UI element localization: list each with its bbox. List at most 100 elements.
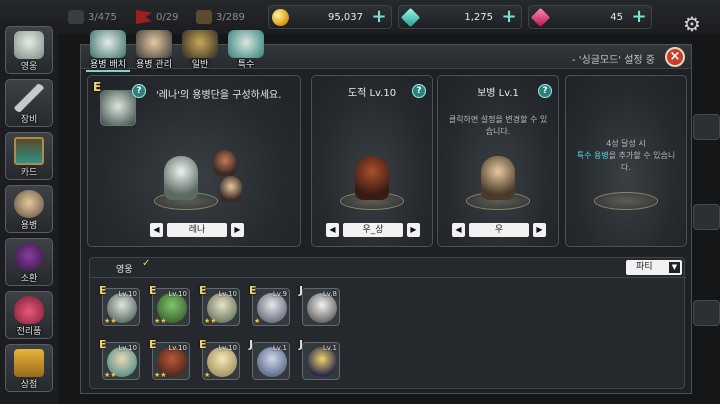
infantry-slot-desc: 클릭하면 설정을 변경할 수 있습니다. bbox=[448, 115, 548, 136]
stat-heroes: 3/475 bbox=[68, 8, 117, 26]
hero-card-grade: E bbox=[199, 338, 207, 351]
nav-mercenary-button[interactable]: 용병 bbox=[5, 185, 53, 233]
checkmark-icon: ✓ bbox=[142, 258, 151, 269]
party-dropdown-label: 파티 bbox=[636, 262, 653, 272]
thief-next-arrow-icon[interactable]: ▶ bbox=[407, 223, 420, 237]
locked-desc-pre: 4성 달성 시 bbox=[606, 139, 646, 148]
infantry-help-icon[interactable]: ? bbox=[538, 84, 552, 98]
stat-flags: 0/29 bbox=[136, 8, 178, 26]
hero-next-arrow-icon[interactable]: ▶ bbox=[231, 223, 244, 237]
hero-card-level: Lv.10 bbox=[168, 290, 187, 298]
mercenary-portrait-icon bbox=[14, 190, 44, 218]
tab-special-label: 특수 bbox=[237, 60, 255, 70]
nav-loot-label: 전리품 bbox=[16, 327, 42, 337]
hero-card-level: Lv.9 bbox=[272, 290, 287, 298]
infantry-slot[interactable]: 보병 Lv.1 ? 클릭하면 설정을 변경할 수 있습니다. ◀ 우 ▶ bbox=[437, 75, 559, 247]
hero-card-stars: ★★ bbox=[104, 371, 117, 379]
gold-value: 95,037 bbox=[328, 11, 363, 23]
deploy-tab-icon bbox=[90, 30, 126, 58]
hero-card[interactable]: E Lv.10 ★★ bbox=[149, 338, 190, 380]
stat-heroes-value: 3/475 bbox=[88, 11, 117, 23]
locked-floor-ring bbox=[594, 192, 658, 210]
hero-card[interactable]: E Lv.9 ★ bbox=[249, 284, 290, 326]
card-icon bbox=[14, 137, 44, 165]
hero-card[interactable]: J Lv.1 bbox=[299, 338, 340, 380]
add-gold-button[interactable]: + bbox=[370, 8, 388, 26]
hero-card[interactable]: J Lv.8 bbox=[299, 284, 340, 326]
hero-card[interactable]: E Lv.10 ★★ bbox=[99, 284, 140, 326]
thief-help-icon[interactable]: ? bbox=[412, 84, 426, 98]
hero-prev-arrow-icon[interactable]: ◀ bbox=[150, 223, 163, 237]
teal-gem-counter: 1,275 + bbox=[398, 5, 522, 29]
nav-summon-label: 소환 bbox=[20, 274, 38, 284]
gold-counter: 95,037 + bbox=[268, 5, 392, 29]
add-red-gem-button[interactable]: + bbox=[630, 8, 648, 26]
flag-icon bbox=[136, 10, 152, 24]
nav-summon-button[interactable]: 소환 bbox=[5, 238, 53, 286]
thief-slot[interactable]: 도적 Lv.10 ? ◀ 우_상 ▶ bbox=[311, 75, 433, 247]
hero-card[interactable]: J Lv.1 bbox=[249, 338, 290, 380]
settings-gear-icon[interactable]: ⚙ bbox=[683, 14, 703, 34]
hero-card-stars: ★★ bbox=[104, 317, 117, 325]
mercenary-sprite-2 bbox=[220, 176, 242, 202]
single-mode-note: - '싱글모드' 설정 중 bbox=[571, 55, 655, 66]
thief-unit-sprite bbox=[355, 156, 389, 200]
hero-card-level: Lv.10 bbox=[168, 344, 187, 352]
nav-equipment-button[interactable]: 장비 bbox=[5, 79, 53, 127]
hero-selected-name[interactable]: 레나 bbox=[167, 223, 227, 237]
hero-card-level: Lv.10 bbox=[218, 344, 237, 352]
tab-mercenary-manage[interactable]: 용병 관리 bbox=[132, 28, 176, 70]
gold-coin-icon bbox=[272, 9, 289, 26]
tab-general[interactable]: 일반 bbox=[178, 28, 222, 70]
inventory-icon bbox=[68, 10, 84, 24]
hero-list-tab[interactable]: 영웅 bbox=[116, 262, 133, 275]
tab-mercenary-deploy[interactable]: 용병 배치 bbox=[86, 28, 130, 72]
hero-card-stars: ★ bbox=[204, 371, 211, 379]
red-gem-icon bbox=[530, 7, 551, 28]
hero-card-level: Lv.10 bbox=[118, 344, 137, 352]
red-gem-counter: 45 + bbox=[528, 5, 652, 29]
stat-items: 3/289 bbox=[196, 8, 245, 26]
thief-prev-arrow-icon[interactable]: ◀ bbox=[326, 223, 339, 237]
hero-card[interactable]: E Lv.10 ★★ bbox=[199, 284, 240, 326]
chevron-down-icon: ▼ bbox=[669, 262, 680, 273]
hero-card[interactable]: E Lv.10 ★★ bbox=[149, 284, 190, 326]
hero-list: 영웅 ✓ 파티 ▼ E Lv.10 ★★ E Lv.10 ★★ E Lv.10 … bbox=[89, 257, 686, 389]
hero-card-stars: ★ bbox=[254, 317, 261, 325]
party-dropdown[interactable]: 파티 ▼ bbox=[626, 260, 682, 275]
hero-card-level: Lv.8 bbox=[322, 290, 337, 298]
tab-special[interactable]: 특수 bbox=[224, 28, 268, 70]
add-teal-gem-button[interactable]: + bbox=[500, 8, 518, 26]
red-gem-value: 45 bbox=[610, 11, 623, 23]
hero-card-stars: ★★ bbox=[204, 317, 217, 325]
nav-shop-button[interactable]: 상점 bbox=[5, 344, 53, 392]
stat-items-value: 3/289 bbox=[216, 11, 245, 23]
locked-desc-highlight: 특수 용병 bbox=[576, 151, 609, 160]
close-icon[interactable]: × bbox=[665, 47, 685, 67]
hero-card-stars: ★★ bbox=[154, 317, 167, 325]
general-tab-icon bbox=[182, 30, 218, 58]
mercenary-sprite-1 bbox=[214, 150, 236, 176]
nav-mercenary-label: 용병 bbox=[20, 221, 38, 231]
hero-card[interactable]: E Lv.10 ★★ bbox=[99, 338, 140, 380]
mercenary-panel: - '싱글모드' 설정 중 × E ? '레나'의 용병단을 구성하세요. ◀ … bbox=[80, 44, 692, 394]
hero-card-level: Lv.1 bbox=[272, 344, 287, 352]
infantry-selected-position[interactable]: 우 bbox=[469, 223, 529, 237]
hero-card-grade: E bbox=[149, 338, 157, 351]
hero-selector: ◀ 레나 ▶ bbox=[150, 222, 244, 238]
infantry-next-arrow-icon[interactable]: ▶ bbox=[533, 223, 546, 237]
hero-slot[interactable]: E ? '레나'의 용병단을 구성하세요. ◀ 레나 ▶ bbox=[87, 75, 301, 247]
nav-hero-button[interactable]: 영웅 bbox=[5, 26, 53, 74]
nav-card-button[interactable]: 카드 bbox=[5, 132, 53, 180]
hero-card-level: Lv.10 bbox=[218, 290, 237, 298]
infantry-unit-sprite bbox=[481, 156, 515, 200]
hero-portrait[interactable] bbox=[100, 90, 136, 126]
nav-loot-button[interactable]: 전리품 bbox=[5, 291, 53, 339]
thief-selected-position[interactable]: 우_상 bbox=[343, 223, 403, 237]
chest-icon bbox=[196, 10, 212, 24]
infantry-prev-arrow-icon[interactable]: ◀ bbox=[452, 223, 465, 237]
shop-chest-icon bbox=[14, 349, 44, 377]
hero-card-level: Lv.10 bbox=[118, 290, 137, 298]
hero-help-icon[interactable]: ? bbox=[132, 84, 146, 98]
hero-card[interactable]: E Lv.10 ★ bbox=[199, 338, 240, 380]
